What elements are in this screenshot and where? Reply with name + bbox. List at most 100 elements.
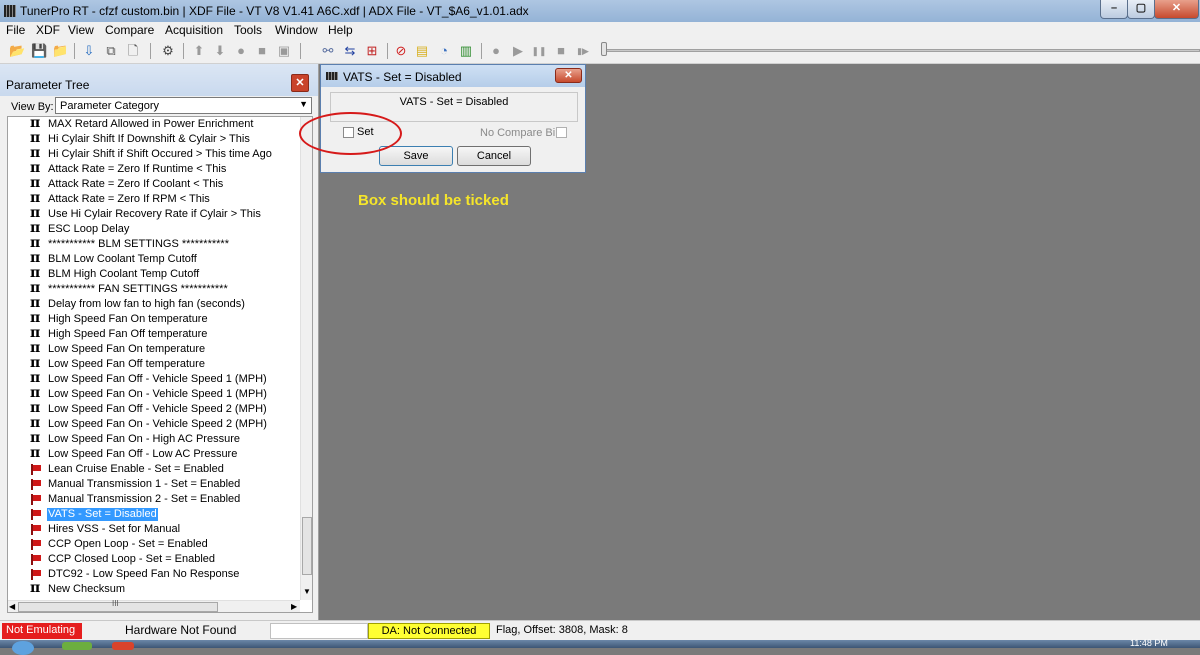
save-icon[interactable]: 💾	[31, 43, 47, 59]
flag-offset-info: Flag, Offset: 3808, Mask: 8	[496, 624, 628, 636]
pi-constant-icon: π	[30, 385, 41, 401]
arrow-up-icon[interactable]: ⬆	[191, 43, 207, 59]
tree-item-label: Low Speed Fan Off - Low AC Pressure	[48, 448, 238, 460]
tree-item[interactable]: Manual Transmission 2 - Set = Enabled	[8, 492, 300, 507]
no-entry-icon[interactable]: ⊘	[393, 43, 409, 59]
emulate-icon[interactable]: ⊞	[364, 43, 380, 59]
playback-slider-thumb[interactable]	[601, 42, 607, 56]
tune-icon[interactable]: ⚙	[160, 43, 176, 59]
tree-item[interactable]: π Low Speed Fan Off - Vehicle Speed 1 (MP…	[8, 371, 300, 387]
tree-item[interactable]: Hires VSS - Set for Manual	[8, 522, 300, 537]
connect-icon[interactable]: ⚯	[320, 43, 336, 59]
start-orb-icon[interactable]	[12, 641, 34, 655]
tree-item-label: Low Speed Fan Off - Vehicle Speed 1 (MPH…	[48, 373, 267, 385]
menu-window[interactable]: Window	[275, 23, 318, 37]
tree-item[interactable]: π High Speed Fan Off temperature	[8, 326, 300, 342]
view-by-select[interactable]: Parameter Category ▼	[55, 97, 312, 114]
open-folder-icon[interactable]: 📂	[9, 43, 25, 59]
tree-item-label: Manual Transmission 2 - Set = Enabled	[48, 493, 241, 505]
play-icon[interactable]: ▶	[510, 43, 526, 59]
tree-item[interactable]: CCP Closed Loop - Set = Enabled	[8, 552, 300, 567]
minimize-button[interactable]: –	[1100, 0, 1128, 19]
dialog-close-button[interactable]: ✕	[555, 68, 582, 83]
panel-close-button[interactable]: ✕	[291, 74, 309, 92]
tree-item[interactable]: π Attack Rate = Zero If Runtime < This	[8, 161, 300, 177]
tree-item[interactable]: π Attack Rate = Zero If Coolant < This	[8, 176, 300, 192]
compare-icon[interactable]: ⧉	[103, 43, 119, 59]
tree-item[interactable]: π BLM High Coolant Temp Cutoff	[8, 266, 300, 282]
scroll-right-arrow-icon[interactable]: ▶	[291, 602, 297, 611]
pause-icon[interactable]: ❚❚	[531, 43, 547, 59]
tree-item[interactable]: Manual Transmission 1 - Set = Enabled	[8, 477, 300, 492]
flag-icon	[31, 464, 42, 475]
flag-icon	[31, 509, 42, 520]
tree-item-label: Low Speed Fan Off - Vehicle Speed 2 (MPH…	[48, 403, 267, 415]
vertical-scroll-thumb[interactable]	[302, 517, 312, 575]
tree-item-label: DTC92 - Low Speed Fan No Response	[48, 568, 240, 580]
save-button[interactable]: Save	[379, 146, 453, 166]
menu-file[interactable]: File	[6, 23, 25, 37]
tree-item[interactable]: π Delay from low fan to high fan (seconds…	[8, 295, 300, 312]
folder-icon[interactable]: 📁	[52, 43, 68, 59]
taskbar-app-icon[interactable]	[112, 642, 134, 650]
tree-item[interactable]: π Use Hi Cylair Recovery Rate if Cylair >…	[8, 205, 300, 222]
menu-tools[interactable]: Tools	[234, 23, 262, 37]
taskbar-app-icon[interactable]	[62, 642, 92, 650]
tree-item[interactable]: π ESC Loop Delay	[8, 221, 300, 237]
step-icon[interactable]: ▮▶	[575, 43, 591, 59]
gauge-icon[interactable]: ◔	[436, 43, 452, 59]
menu-xdf[interactable]: XDF	[36, 23, 60, 37]
playback-record-icon[interactable]: ●	[488, 43, 504, 59]
scroll-left-arrow-icon[interactable]: ◀	[9, 602, 15, 611]
pi-constant-icon: π	[30, 190, 41, 206]
import-icon[interactable]: ⇩	[81, 43, 97, 59]
tree-item[interactable]: π Low Speed Fan Off - Low AC Pressure	[8, 446, 300, 462]
tree-item[interactable]: π Low Speed Fan Off temperature	[8, 356, 300, 372]
tree-item[interactable]: VATS - Set = Disabled	[8, 507, 300, 522]
tree-item-label: Low Speed Fan On - Vehicle Speed 2 (MPH)	[48, 418, 267, 430]
tree-item[interactable]: π *********** BLM SETTINGS ***********	[8, 236, 300, 252]
vertical-scrollbar[interactable]: ▼	[300, 117, 312, 600]
tree-item[interactable]: π New Checksum	[8, 581, 300, 597]
chevron-down-icon: ▼	[299, 99, 308, 109]
tree-item[interactable]: π Low Speed Fan On - Vehicle Speed 2 (MPH…	[8, 416, 300, 432]
menu-help[interactable]: Help	[328, 23, 353, 37]
new-document-icon[interactable]: 🗋	[125, 43, 141, 59]
chip-icon[interactable]: ▣	[276, 43, 292, 59]
tree-item[interactable]: π Low Speed Fan On temperature	[8, 341, 300, 357]
pi-constant-icon: π	[30, 205, 41, 221]
tree-item[interactable]: π Attack Rate = Zero If RPM < This	[8, 190, 300, 207]
close-button[interactable]: ✕	[1154, 0, 1199, 19]
bar-chart-icon[interactable]: ▥	[458, 43, 474, 59]
cancel-button[interactable]: Cancel	[457, 146, 531, 166]
tree-item[interactable]: CCP Open Loop - Set = Enabled	[8, 537, 300, 552]
tree-item[interactable]: π Low Speed Fan On - Vehicle Speed 1 (MPH…	[8, 385, 300, 402]
tree-item[interactable]: π Low Speed Fan Off - Vehicle Speed 2 (MP…	[8, 401, 300, 417]
swap-icon[interactable]: ⇆	[342, 43, 358, 59]
stop-icon[interactable]: ■	[553, 43, 569, 59]
no-compare-bin-checkbox[interactable]	[556, 127, 567, 138]
scroll-down-arrow-icon[interactable]: ▼	[303, 587, 311, 596]
tree-item[interactable]: π BLM Low Coolant Temp Cutoff	[8, 251, 300, 267]
arrow-down-icon[interactable]: ⬇	[212, 43, 228, 59]
tree-item[interactable]: π Low Speed Fan On - High AC Pressure	[8, 431, 300, 447]
tree-item[interactable]: π Hi Cylair Shift if Shift Occured > This…	[8, 146, 300, 162]
tree-item[interactable]: DTC92 - Low Speed Fan No Response	[8, 567, 300, 582]
pi-constant-icon: π	[30, 295, 41, 311]
maximize-button[interactable]: ▢	[1127, 0, 1155, 19]
tree-item-label: *********** BLM SETTINGS ***********	[48, 238, 229, 250]
tree-item[interactable]: π High Speed Fan On temperature	[8, 311, 300, 327]
menu-compare[interactable]: Compare	[105, 23, 154, 37]
stop-square-icon[interactable]: ■	[254, 43, 270, 59]
menu-acquisition[interactable]: Acquisition	[165, 23, 223, 37]
notes-icon[interactable]: ▤	[414, 43, 430, 59]
tree-item[interactable]: π Hi Cylair Shift If Downshift & Cylair >…	[8, 131, 300, 147]
tree-item[interactable]: π MAX Retard Allowed in Power Enrichment	[8, 117, 300, 132]
playback-slider-track[interactable]	[603, 49, 1200, 52]
tree-item[interactable]: Lean Cruise Enable - Set = Enabled	[8, 462, 300, 477]
record-icon[interactable]: ●	[233, 43, 249, 59]
menu-view[interactable]: View	[68, 23, 94, 37]
tree-item[interactable]: π *********** FAN SETTINGS ***********	[8, 281, 300, 297]
tree-item-label: Low Speed Fan On - High AC Pressure	[48, 433, 240, 445]
horizontal-scrollbar[interactable]: ◀ III ▶	[8, 599, 300, 612]
